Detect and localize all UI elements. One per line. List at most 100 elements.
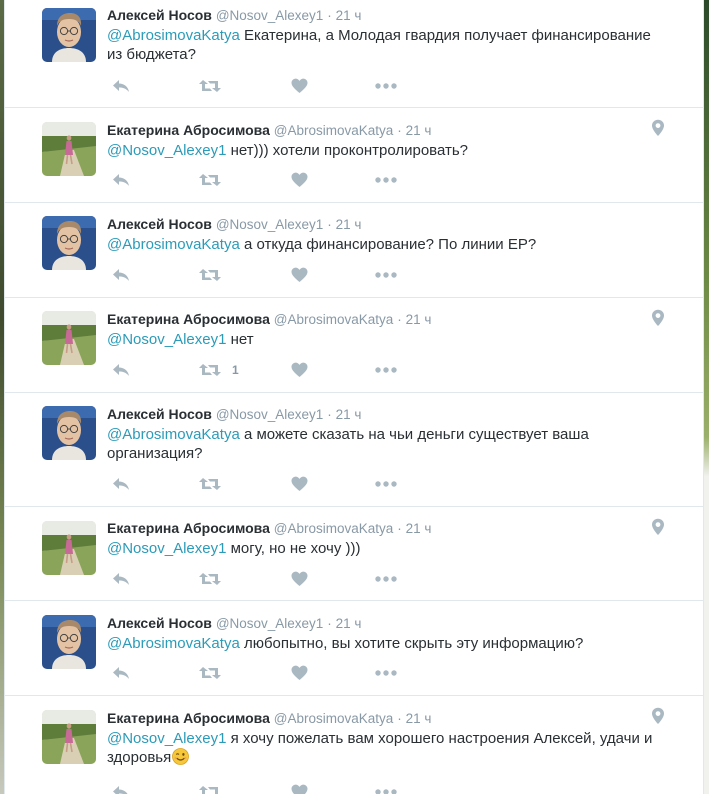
- tweet-timestamp[interactable]: 21 ч: [406, 521, 432, 536]
- retweet-button[interactable]: [198, 169, 222, 191]
- separator-dot: ·: [397, 123, 402, 138]
- tweet-text: @AbrosimovaKatya а можете сказать на чьи…: [107, 425, 663, 463]
- mention-link[interactable]: @Nosov_Alexey1: [107, 142, 226, 159]
- retweet-button[interactable]: 1: [198, 359, 239, 381]
- author-fullname[interactable]: Екатерина Абросимова: [107, 122, 270, 138]
- avatar-ekaterina[interactable]: [42, 521, 96, 575]
- tweet: Екатерина Абросимова @AbrosimovaKatya · …: [5, 298, 703, 393]
- mention-link[interactable]: @AbrosimovaKatya: [107, 27, 240, 44]
- like-button[interactable]: [291, 662, 308, 684]
- tweet-body: могу, но не хочу ))): [226, 540, 361, 557]
- reply-icon: [112, 267, 130, 283]
- reply-button[interactable]: [112, 662, 130, 684]
- more-button[interactable]: [375, 568, 397, 590]
- like-button[interactable]: [291, 473, 308, 495]
- author-fullname[interactable]: Екатерина Абросимова: [107, 311, 270, 327]
- author-username[interactable]: @AbrosimovaKatya: [274, 711, 394, 726]
- tweet: Екатерина Абросимова @AbrosimovaKatya · …: [5, 696, 703, 794]
- tweet-text: @AbrosimovaKatya любопытно, вы хотите ск…: [107, 634, 663, 653]
- tweet-header: Екатерина Абросимова @AbrosimovaKatya · …: [107, 121, 663, 140]
- reply-button[interactable]: [112, 568, 130, 590]
- author-fullname[interactable]: Алексей Носов: [107, 7, 212, 23]
- more-icon: [375, 481, 397, 487]
- author-username[interactable]: @AbrosimovaKatya: [274, 312, 394, 327]
- author-username[interactable]: @AbrosimovaKatya: [274, 123, 394, 138]
- author-username[interactable]: @Nosov_Alexey1: [216, 407, 324, 422]
- author-fullname[interactable]: Екатерина Абросимова: [107, 710, 270, 726]
- author-fullname[interactable]: Алексей Носов: [107, 615, 212, 631]
- retweet-icon: [198, 665, 222, 681]
- tweet-timestamp[interactable]: 21 ч: [336, 217, 362, 232]
- author-username[interactable]: @AbrosimovaKatya: [274, 521, 394, 536]
- more-button[interactable]: [375, 781, 397, 794]
- tweet-timestamp[interactable]: 21 ч: [336, 616, 362, 631]
- reply-button[interactable]: [112, 359, 130, 381]
- author-username[interactable]: @Nosov_Alexey1: [216, 8, 324, 23]
- like-button[interactable]: [291, 264, 308, 286]
- more-icon: [375, 272, 397, 278]
- tweet: Алексей Носов @Nosov_Alexey1 · 21 ч @Abr…: [5, 393, 703, 507]
- location-pin-icon[interactable]: [651, 518, 665, 536]
- author-fullname[interactable]: Екатерина Абросимова: [107, 520, 270, 536]
- avatar-ekaterina[interactable]: [42, 710, 96, 764]
- author-fullname[interactable]: Алексей Носов: [107, 216, 212, 232]
- location-pin-icon[interactable]: [651, 707, 665, 725]
- reply-button[interactable]: [112, 781, 130, 794]
- tweet-actions: [107, 781, 427, 794]
- mention-link[interactable]: @AbrosimovaKatya: [107, 236, 240, 253]
- heart-icon: [291, 267, 308, 283]
- more-button[interactable]: [375, 359, 397, 381]
- tweet-actions: [107, 662, 427, 684]
- tweet-header: Алексей Носов @Nosov_Alexey1 · 21 ч: [107, 6, 663, 25]
- avatar-ekaterina[interactable]: [42, 311, 96, 365]
- tweet-timestamp[interactable]: 21 ч: [336, 8, 362, 23]
- more-button[interactable]: [375, 264, 397, 286]
- mention-link[interactable]: @Nosov_Alexey1: [107, 540, 226, 557]
- more-icon: [375, 367, 397, 373]
- more-button[interactable]: [375, 75, 397, 97]
- retweet-button[interactable]: [198, 75, 222, 97]
- mention-link[interactable]: @Nosov_Alexey1: [107, 730, 226, 747]
- more-button[interactable]: [375, 662, 397, 684]
- retweet-button[interactable]: [198, 568, 222, 590]
- avatar-ekaterina[interactable]: [42, 122, 96, 176]
- like-button[interactable]: [291, 169, 308, 191]
- location-pin-icon[interactable]: [651, 309, 665, 327]
- tweet-timestamp[interactable]: 21 ч: [336, 407, 362, 422]
- tweet-body: любопытно, вы хотите скрыть эту информац…: [239, 635, 584, 652]
- separator-dot: ·: [397, 711, 402, 726]
- tweet: Алексей Носов @Nosov_Alexey1 · 21 ч @Abr…: [5, 203, 703, 298]
- tweet-header: Екатерина Абросимова @AbrosimovaKatya · …: [107, 519, 663, 538]
- tweet-timestamp[interactable]: 21 ч: [406, 123, 432, 138]
- avatar-alexey[interactable]: [42, 406, 96, 460]
- retweet-button[interactable]: [198, 264, 222, 286]
- author-fullname[interactable]: Алексей Носов: [107, 406, 212, 422]
- retweet-icon: [198, 267, 222, 283]
- like-button[interactable]: [291, 568, 308, 590]
- like-button[interactable]: [291, 781, 308, 794]
- reply-button[interactable]: [112, 264, 130, 286]
- author-username[interactable]: @Nosov_Alexey1: [216, 217, 324, 232]
- avatar-alexey[interactable]: [42, 8, 96, 62]
- reply-button[interactable]: [112, 169, 130, 191]
- author-username[interactable]: @Nosov_Alexey1: [216, 616, 324, 631]
- more-button[interactable]: [375, 473, 397, 495]
- mention-link[interactable]: @AbrosimovaKatya: [107, 635, 240, 652]
- tweet-timestamp[interactable]: 21 ч: [406, 711, 432, 726]
- retweet-button[interactable]: [198, 662, 222, 684]
- like-button[interactable]: [291, 359, 308, 381]
- mention-link[interactable]: @Nosov_Alexey1: [107, 331, 226, 348]
- separator-dot: ·: [327, 217, 332, 232]
- retweet-button[interactable]: [198, 473, 222, 495]
- avatar-alexey[interactable]: [42, 216, 96, 270]
- mention-link[interactable]: @AbrosimovaKatya: [107, 426, 240, 443]
- reply-button[interactable]: [112, 75, 130, 97]
- reply-button[interactable]: [112, 473, 130, 495]
- tweet-timestamp[interactable]: 21 ч: [406, 312, 432, 327]
- like-button[interactable]: [291, 75, 308, 97]
- location-pin-icon[interactable]: [651, 119, 665, 137]
- avatar-alexey[interactable]: [42, 615, 96, 669]
- retweet-button[interactable]: [198, 781, 222, 794]
- more-button[interactable]: [375, 169, 397, 191]
- separator-dot: ·: [327, 8, 332, 23]
